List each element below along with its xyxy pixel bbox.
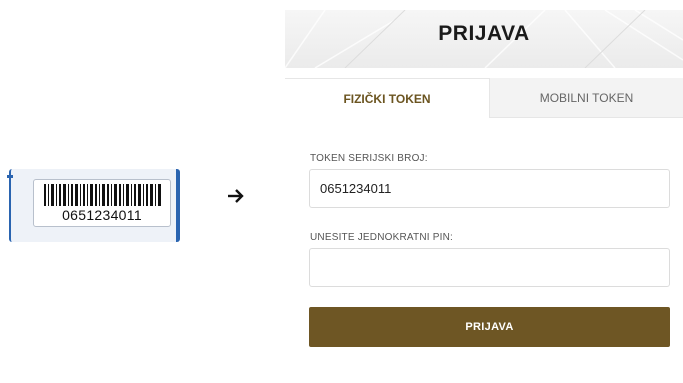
arrow-right-icon bbox=[228, 189, 244, 203]
barcode-label: 0651234011 bbox=[33, 179, 171, 227]
token-tabs: FIZIČKI TOKEN MOBILNI TOKEN bbox=[285, 68, 683, 118]
login-title: PRIJAVA bbox=[438, 22, 530, 45]
login-button[interactable]: PRIJAVA bbox=[309, 307, 670, 347]
pin-label: UNESITE JEDNOKRATNI PIN: bbox=[310, 232, 453, 243]
serial-number-input[interactable] bbox=[309, 169, 670, 208]
login-header: PRIJAVA bbox=[285, 10, 683, 68]
tab-physical-token[interactable]: FIZIČKI TOKEN bbox=[285, 78, 490, 118]
barcode-icon bbox=[44, 184, 161, 206]
token-marker bbox=[7, 175, 13, 178]
pin-input[interactable] bbox=[309, 248, 670, 287]
login-panel: PRIJAVA FIZIČKI TOKEN MOBILNI TOKEN TOKE… bbox=[285, 10, 683, 383]
serial-number-label: TOKEN SERIJSKI BROJ: bbox=[310, 153, 428, 164]
tab-mobile-token[interactable]: MOBILNI TOKEN bbox=[490, 78, 683, 118]
login-form: TOKEN SERIJSKI BROJ: UNESITE JEDNOKRATNI… bbox=[285, 118, 683, 383]
token-serial-number: 0651234011 bbox=[62, 207, 142, 223]
token-illustration: 0651234011 bbox=[7, 169, 180, 242]
